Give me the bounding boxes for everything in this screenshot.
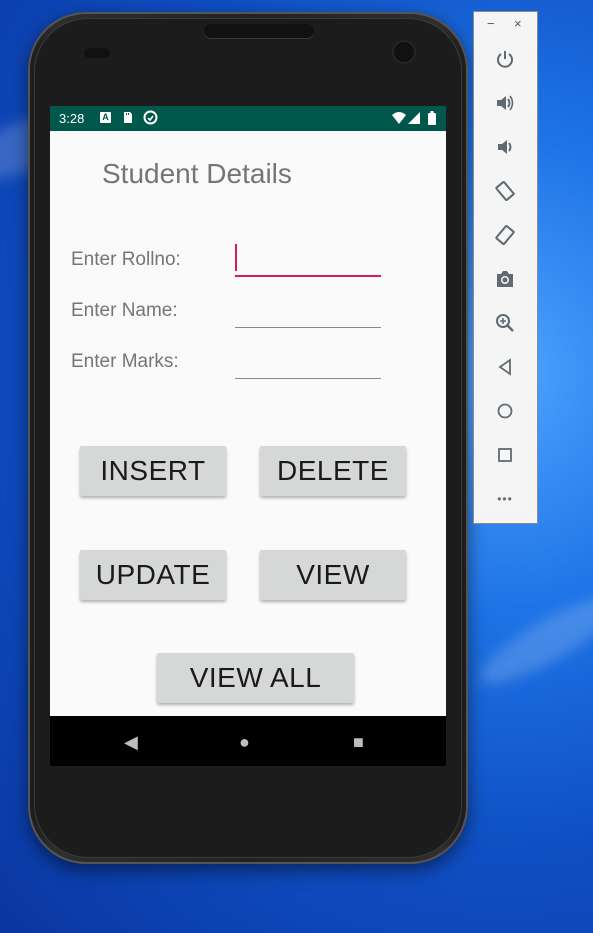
update-button[interactable]: UPDATE [80,550,226,600]
minimize-button[interactable]: − [487,16,495,31]
notification-a-icon: A [100,112,111,123]
proximity-sensor [84,48,110,58]
front-camera [394,42,414,62]
status-bar: 3:28 A [50,106,446,131]
home-icon[interactable] [490,396,520,426]
emulator-toolbar: − × ••• [473,11,538,524]
volume-up-icon[interactable] [490,88,520,118]
close-button[interactable]: × [514,16,522,31]
overview-icon[interactable] [490,440,520,470]
more-icon[interactable]: ••• [490,484,520,514]
phone-screen: 3:28 A Student Details Enter Rollno: Ent… [50,106,446,766]
marks-input[interactable] [235,348,381,379]
delete-button[interactable]: DELETE [260,446,406,496]
earpiece-speaker [204,24,314,38]
view-all-button[interactable]: VIEW ALL [157,653,354,703]
marks-label: Enter Marks: [71,351,179,372]
back-icon[interactable] [490,352,520,382]
zoom-icon[interactable] [490,308,520,338]
rollno-input[interactable] [235,245,381,277]
app-content: Student Details Enter Rollno: Enter Name… [50,131,446,716]
wifi-icon [392,112,406,124]
nav-home-icon[interactable]: ● [239,732,250,753]
rotate-left-icon[interactable] [490,176,520,206]
insert-button[interactable]: INSERT [80,446,226,496]
rotate-right-icon[interactable] [490,220,520,250]
navigation-bar: ◀ ● ■ [50,716,446,766]
volume-down-icon[interactable] [490,132,520,162]
nav-recents-icon[interactable]: ■ [353,732,364,753]
nav-back-icon[interactable]: ◀ [124,732,138,753]
view-button[interactable]: VIEW [260,550,406,600]
wallpaper-light-streak [470,582,593,698]
status-time: 3:28 [59,111,85,126]
page-title: Student Details [102,158,292,189]
name-label: Enter Name: [71,300,178,321]
data-saver-icon [143,110,158,125]
sd-card-icon [122,112,133,123]
cellular-signal-icon [408,112,420,124]
text-cursor [235,244,237,271]
power-icon[interactable] [490,44,520,74]
name-input[interactable] [235,297,381,328]
battery-icon [428,111,436,125]
rollno-label: Enter Rollno: [71,249,181,270]
camera-icon[interactable] [490,264,520,294]
